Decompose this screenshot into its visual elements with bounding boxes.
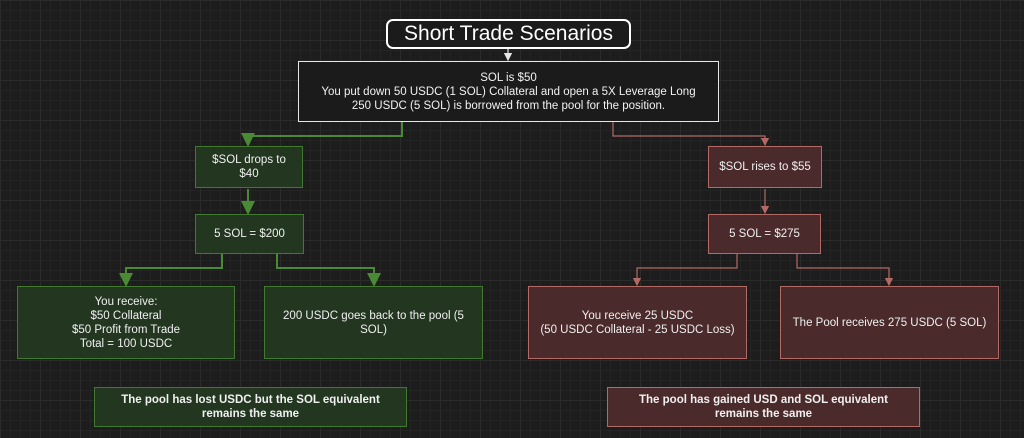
connector-value-to-pool-right — [796, 254, 894, 287]
connector-root-to-rise — [612, 122, 770, 147]
root-line-price: SOL is $50 — [480, 71, 537, 84]
right-value-box: 5 SOL = $275 — [708, 214, 821, 254]
connector-value-to-receive-left — [119, 254, 223, 287]
right-pool-box: The Pool receives 275 USDC (5 SOL) — [780, 286, 999, 359]
left-summary-note: The pool has lost USDC but the SOL equiv… — [94, 387, 407, 427]
diagram-canvas: Short Trade Scenarios SOL is $50 You put… — [0, 0, 1024, 438]
sol-rises-box: $SOL rises to $55 — [708, 146, 822, 188]
root-scenario-box: SOL is $50 You put down 50 USDC (1 SOL) … — [298, 61, 719, 122]
sol-drops-box: $SOL drops to $40 — [195, 146, 303, 188]
connector-root-to-drop — [241, 122, 403, 147]
root-line-position: You put down 50 USDC (1 SOL) Collateral … — [321, 85, 696, 98]
connector-value-to-receive-right — [632, 254, 738, 287]
right-receive-line2: (50 USDC Collateral - 25 USDC Loss) — [540, 323, 735, 336]
left-receive-line4: Total = 100 USDC — [79, 337, 173, 350]
right-receive-box: You receive 25 USDC (50 USDC Collateral … — [528, 286, 747, 359]
diagram-title: Short Trade Scenarios — [386, 19, 631, 49]
root-line-borrow: 250 USDC (5 SOL) is borrowed from the po… — [351, 99, 666, 112]
right-receive-line1: You receive 25 USDC — [581, 309, 694, 322]
left-receive-line1: You receive: — [94, 295, 158, 308]
right-summary-note: The pool has gained USD and SOL equivale… — [607, 387, 920, 427]
left-receive-line3: $50 Profit from Trade — [71, 323, 181, 336]
left-value-box: 5 SOL = $200 — [195, 214, 304, 254]
left-receive-line2: $50 Collateral — [90, 309, 162, 322]
left-pool-box: 200 USDC goes back to the pool (5 SOL) — [264, 286, 483, 359]
left-receive-box: You receive: $50 Collateral $50 Profit f… — [17, 286, 235, 359]
connector-value-to-pool-left — [276, 254, 381, 287]
